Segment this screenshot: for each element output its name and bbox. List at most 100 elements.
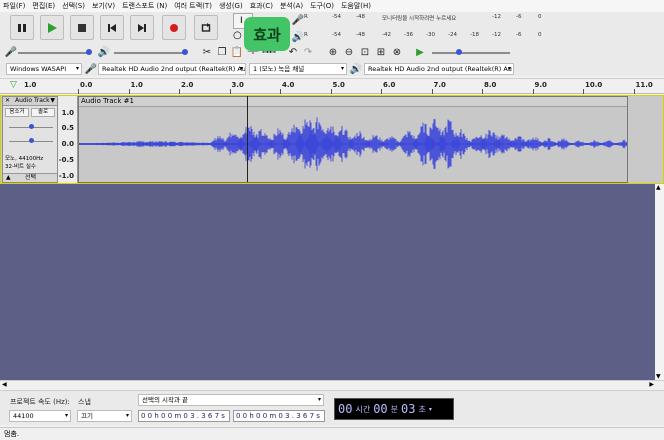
loop-button[interactable] [194,15,218,40]
timeline-tick [229,89,231,94]
speaker-icon[interactable]: 🔊 [291,30,305,44]
record-device-icon: 🎤 [84,63,98,75]
selection-end-value: 0 0 h 0 0 m 0 3 . 3 6 7 s [236,412,320,420]
scroll-left-icon[interactable]: ◀ [2,381,7,388]
play-volume-thumb[interactable] [182,49,188,55]
timeline-tick [431,89,433,94]
selection-start-time[interactable]: 0 0 h 0 0 m 0 3 . 3 6 7 s [138,410,230,422]
scroll-right-icon[interactable]: ▶ [649,381,654,388]
mute-button[interactable]: 음소거 [5,108,29,117]
menu-edit[interactable]: 편집(E) [32,1,55,11]
loop-icon [201,22,211,32]
audio-clip[interactable]: Audio Track #1 [78,96,628,183]
menu-effect[interactable]: 효과(C) [250,1,273,11]
solo-button[interactable]: 솔로 [31,108,55,117]
meter-tick: -30 [426,32,435,38]
project-rate-select[interactable]: 44100 ▾ [9,410,71,422]
copy-icon[interactable]: ❐ [215,45,229,59]
selection-end-time[interactable]: 0 0 h 0 0 m 0 3 . 3 6 7 s [233,410,325,422]
play-speed-slider[interactable] [432,52,510,54]
zoom-toggle-icon[interactable]: ⊗ [390,45,404,59]
menu-tracks[interactable]: 여러 트랙(T) [174,1,212,11]
skip-end-icon [138,23,146,32]
play-speed-thumb[interactable] [456,49,462,55]
collapse-track-icon[interactable]: ▲ [6,174,11,182]
time-format-chevron-icon[interactable]: ▾ [429,406,432,413]
skip-to-start-button[interactable] [100,15,124,40]
menu-select[interactable]: 선택(S) [62,1,85,11]
fit-project-icon[interactable]: ⊞ [374,45,388,59]
playback-meter[interactable]: R -54 -48 -42 -36 -30 -24 -18 -12 -6 0 [304,31,544,41]
play-volume-slider[interactable] [114,52,186,54]
vertical-scrollbar[interactable]: ▲ ▼ [655,184,664,380]
redo-icon[interactable]: ↷ [301,45,315,59]
menu-help[interactable]: 도움말(H) [341,1,371,11]
position-minutes-unit: 분 [390,404,399,414]
microphone-icon[interactable]: 🎤 [291,13,305,27]
selection-mode-select[interactable]: 선택의 시작과 끝 ▾ [138,394,324,406]
record-volume-slider[interactable] [18,52,90,54]
audio-track[interactable]: ✕ Audio Track ▼ 음소거 솔로 모노, 44100Hz 32-비트… [0,95,664,184]
play-at-speed-icon[interactable]: ▶ [413,45,427,59]
track-pan-thumb[interactable] [29,138,34,143]
menu-file[interactable]: 파일(F) [3,1,25,11]
play-button[interactable] [40,15,64,40]
scroll-down-icon[interactable]: ▼ [656,373,661,380]
playback-device-select[interactable]: Realtek HD Audio 2nd output (Realtek(R) … [364,63,514,75]
chevron-down-icon: ▾ [64,412,68,419]
scale-label: 1.0 [61,109,74,117]
track-footer: ▲ 선택 [3,173,57,182]
zoom-glass-icon: ○ [233,30,242,41]
timeline-tick [583,89,584,94]
monitor-hint: 모니터링을 시작하려면 누르세요 [382,16,457,22]
host-select[interactable]: Windows WASAPI ▾ [6,63,82,75]
pause-button[interactable] [10,15,34,40]
horizontal-scrollbar[interactable]: ◀ ▶ [0,380,664,389]
scroll-up-icon[interactable]: ▲ [656,184,661,191]
vertical-scale: 1.0 0.5 0.0 -0.5 -1.0 [58,96,78,183]
menu-generate[interactable]: 생성(G) [219,1,243,11]
cut-icon[interactable]: ✂ [200,45,214,59]
timeline-ruler[interactable]: ▽ 1.0 0.0 1.0 2.0 3.0 4.0 5.0 6.0 7.0 8.0 9.0 10.0… [0,78,664,94]
zoom-in-icon[interactable]: ⊕ [326,45,340,59]
timeline-tick-label: 10.0 [585,81,603,89]
selection-toolbar: 프로젝트 속도 (Hz): 44100 ▾ 스냅 끄기 ▾ 선택의 시작과 끝 ▾ 0… [0,390,664,425]
menu-analyze[interactable]: 분석(A) [280,1,303,11]
snap-select[interactable]: 끄기 ▾ [77,410,132,422]
timeline-tick [78,89,79,94]
select-track-button[interactable]: 선택 [25,174,36,182]
track-menu-chevron-icon[interactable]: ▼ [50,97,55,105]
menu-transport[interactable]: 트랜스포트 (N) [122,1,167,11]
timeline-tick-label: 4.0 [282,81,295,89]
track-gain-thumb[interactable] [29,124,34,129]
channels-select[interactable]: 1 (모노) 녹음 채널 ▾ [249,63,347,75]
stop-button[interactable] [70,15,94,40]
close-track-icon[interactable]: ✕ [5,97,10,105]
timeline-tick-label: 7.0 [433,81,446,89]
record-icon [170,23,178,32]
menu-bar: 파일(F) 편집(E) 선택(S) 보기(V) 트랜스포트 (N) 여러 트랙(… [0,0,664,12]
skip-to-end-button[interactable] [130,15,154,40]
meter-tick: -6 [516,32,522,38]
timeline-tick [280,89,281,94]
pin-play-head-icon[interactable]: ▽ [10,80,17,90]
audio-position-display[interactable]: 00 시간 00 분 03 초 ▾ [334,398,454,420]
channels-value: 1 (모노) 녹음 채널 [253,65,305,73]
menu-view[interactable]: 보기(V) [92,1,115,11]
record-meter[interactable]: R -54 -48 모니터링을 시작하려면 누르세요 -12 -6 0 [304,13,544,23]
menu-tools[interactable]: 도구(O) [310,1,334,11]
meter-tick: -54 [332,14,341,20]
meter-tick: -48 [356,32,365,38]
record-button[interactable] [162,15,186,40]
record-volume-thumb[interactable] [86,49,92,55]
paste-icon[interactable]: 📋 [230,45,244,59]
fit-selection-icon[interactable]: ⊡ [358,45,372,59]
record-device-select[interactable]: Realtek HD Audio 2nd output (Realtek(R) … [98,63,246,75]
track-name[interactable]: Audio Track [15,97,50,105]
empty-track-area[interactable] [0,184,655,380]
play-icon [48,22,57,33]
zoom-out-icon[interactable]: ⊖ [342,45,356,59]
clip-title-bar[interactable]: Audio Track #1 [79,97,627,107]
playback-meter-scale: -54 -48 -42 -36 -30 -24 -18 -12 -6 0 [318,32,548,38]
effect-tooltip: 효과 [244,17,290,51]
